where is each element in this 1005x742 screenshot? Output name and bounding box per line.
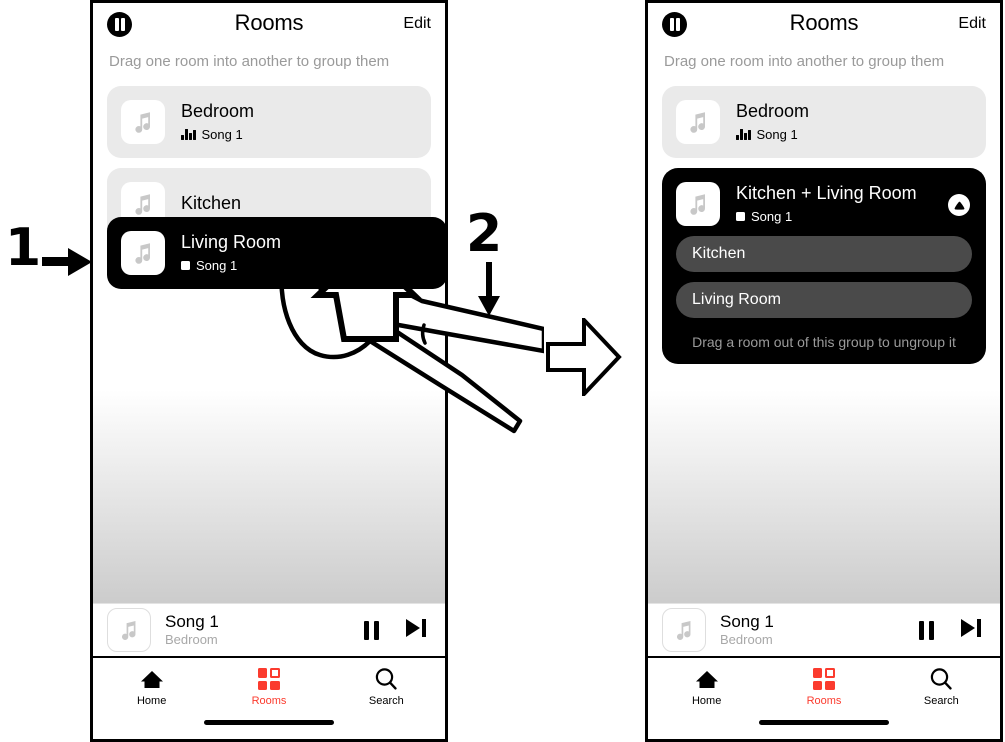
tab-search[interactable]: Search — [883, 658, 1000, 739]
album-art-icon — [676, 182, 720, 226]
group-member-label: Living Room — [692, 291, 781, 308]
tab-home[interactable]: Home — [93, 658, 210, 739]
room-now-playing: Song 1 — [736, 127, 809, 142]
now-playing-text: Song 1 Bedroom — [720, 611, 919, 648]
room-group-name: Kitchen + Living Room — [736, 183, 917, 204]
next-track-button[interactable] — [405, 618, 427, 643]
step-2-arrow-icon — [478, 262, 500, 316]
tab-home[interactable]: Home — [648, 658, 765, 739]
room-group-text: Kitchen + Living Room Song 1 — [736, 183, 917, 224]
room-card-bedroom[interactable]: Bedroom Song 1 — [107, 86, 431, 158]
room-card-text: Bedroom Song 1 — [736, 101, 810, 142]
room-card-text: Bedroom Song 1 — [181, 101, 255, 142]
nav-header: Rooms Edit — [93, 3, 445, 45]
tab-label: Home — [691, 695, 722, 707]
room-track-title: Song 1 — [201, 126, 243, 142]
home-icon — [695, 666, 719, 692]
collapse-up-icon[interactable] — [948, 194, 970, 216]
room-track-title: Song 1 — [751, 208, 793, 224]
stop-square-icon — [181, 260, 190, 270]
instruction-text: Drag one room into another to group them — [664, 53, 945, 70]
figure-canvas: Rooms Edit Drag one room into another to… — [0, 0, 1005, 742]
instruction-text: Drag one room into another to group them — [109, 53, 390, 70]
room-card-text: Kitchen — [181, 193, 242, 214]
tab-rooms[interactable]: Rooms — [210, 658, 327, 739]
next-track-button[interactable] — [960, 618, 982, 643]
group-member-label: Kitchen — [692, 245, 746, 262]
phone-screen-after: Rooms Edit Drag one room into another to… — [645, 0, 1003, 742]
room-card-text: Living Room Song 1 — [181, 232, 282, 273]
room-group-header: Kitchen + Living Room Song 1 — [676, 182, 972, 226]
equalizer-icon — [736, 128, 751, 140]
search-icon — [929, 666, 953, 692]
tab-bar: Home Rooms Search — [93, 656, 445, 739]
tab-label: Search — [368, 695, 404, 707]
now-playing-bar[interactable]: Song 1 Bedroom — [648, 603, 1000, 656]
home-icon — [140, 666, 164, 692]
group-member-living-room[interactable]: Living Room — [676, 282, 972, 318]
room-name: Living Room — [181, 232, 282, 253]
rooms-icon — [257, 666, 280, 692]
pause-button[interactable] — [364, 620, 379, 640]
room-name: Kitchen — [181, 193, 242, 214]
edit-button[interactable]: Edit — [958, 15, 986, 33]
tab-label: Home — [136, 695, 167, 707]
tab-label: Rooms — [806, 695, 842, 707]
now-playing-room: Bedroom — [720, 632, 773, 648]
now-playing-title: Song 1 — [165, 611, 219, 631]
phone-screen-before: Rooms Edit Drag one room into another to… — [90, 0, 448, 742]
room-now-playing: Song 1 — [181, 127, 254, 142]
room-name: Bedroom — [736, 101, 810, 122]
stop-square-icon — [736, 211, 745, 221]
album-art-icon — [676, 100, 720, 144]
rooms-list: Bedroom Song 1 Kitchen — [93, 70, 445, 240]
album-art-icon — [121, 100, 165, 144]
rooms-list: Bedroom Song 1 Kitchen + Living Room Son… — [648, 70, 1000, 364]
now-playing-art-icon — [662, 608, 706, 652]
tab-rooms[interactable]: Rooms — [765, 658, 882, 739]
page-title: Rooms — [789, 10, 859, 35]
tab-bar: Home Rooms Search — [648, 656, 1000, 739]
now-playing-art-icon — [107, 608, 151, 652]
dragged-room-card-living-room[interactable]: Living Room Song 1 — [107, 217, 445, 289]
pause-button[interactable] — [919, 620, 934, 640]
search-icon — [374, 666, 398, 692]
transition-arrow-icon — [546, 318, 622, 396]
nav-header: Rooms Edit — [648, 3, 1000, 45]
room-track-title: Song 1 — [196, 257, 238, 273]
step-1-arrow-icon — [42, 248, 92, 276]
equalizer-icon — [181, 128, 196, 140]
room-group-now-playing: Song 1 — [736, 209, 917, 224]
step-number-1: 1 — [5, 218, 42, 278]
now-playing-controls — [919, 618, 986, 643]
group-hint-text: Drag a room out of this group to ungroup… — [692, 334, 956, 350]
room-track-title: Song 1 — [756, 126, 798, 142]
content-fade-overlay — [648, 343, 1000, 603]
tab-label: Search — [923, 695, 959, 707]
now-playing-room: Bedroom — [165, 632, 218, 648]
edit-button[interactable]: Edit — [403, 15, 431, 33]
group-member-kitchen[interactable]: Kitchen — [676, 236, 972, 272]
step-number-2: 2 — [466, 204, 503, 264]
album-art-icon — [121, 231, 165, 275]
now-playing-title: Song 1 — [720, 611, 774, 631]
room-card-bedroom[interactable]: Bedroom Song 1 — [662, 86, 986, 158]
room-now-playing: Song 1 — [181, 258, 281, 273]
content-fade-overlay — [93, 343, 445, 603]
now-playing-bar[interactable]: Song 1 Bedroom — [93, 603, 445, 656]
page-title: Rooms — [234, 10, 304, 35]
now-playing-text: Song 1 Bedroom — [165, 611, 364, 648]
rooms-icon — [812, 666, 835, 692]
tab-search[interactable]: Search — [328, 658, 445, 739]
home-indicator — [759, 720, 889, 725]
tab-label: Rooms — [251, 695, 287, 707]
room-name: Bedroom — [181, 101, 255, 122]
home-indicator — [204, 720, 334, 725]
room-group-card[interactable]: Kitchen + Living Room Song 1 Kitchen Liv… — [662, 168, 986, 364]
now-playing-controls — [364, 618, 431, 643]
